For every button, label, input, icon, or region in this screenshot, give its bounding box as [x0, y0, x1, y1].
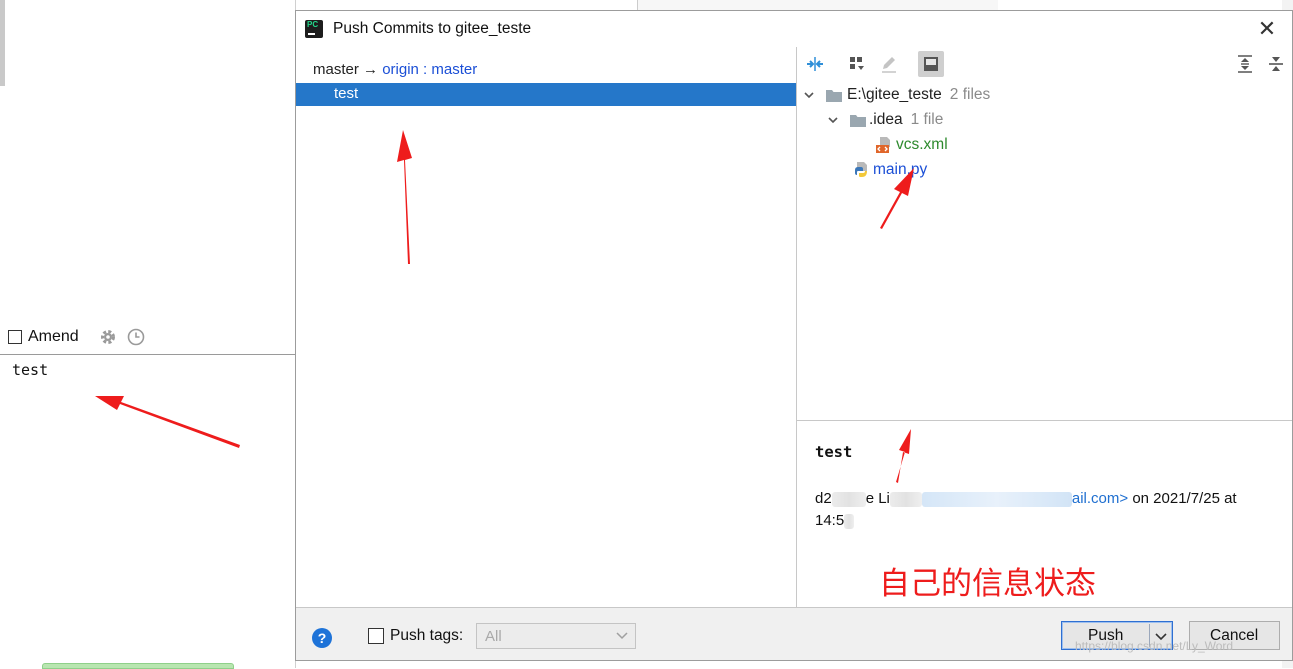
folder-label: .idea — [869, 111, 903, 128]
editor-strip — [637, 0, 998, 10]
edit-icon[interactable] — [878, 53, 900, 75]
clock-icon[interactable] — [127, 328, 145, 346]
close-icon[interactable]: ✕ — [1255, 17, 1279, 41]
tags-dropdown-value: All — [485, 628, 502, 645]
xml-file-icon — [876, 137, 890, 153]
collapse-all-icon[interactable] — [1265, 53, 1287, 75]
push-tags-label: Push tags: — [390, 627, 464, 644]
commit-details-author: d2 e Li ail.com> on 2021/7/25 at 14:5 — [815, 488, 1275, 532]
pycharm-icon: PC — [305, 20, 323, 38]
dialog-title: Push Commits to gitee_teste — [333, 20, 532, 37]
title-bar: PC Push Commits to gitee_teste ✕ — [296, 11, 1292, 47]
compare-icon[interactable] — [804, 53, 826, 75]
author-name: e Li — [865, 490, 890, 507]
preview-icon[interactable] — [918, 51, 944, 77]
group-by-icon[interactable] — [846, 53, 868, 75]
commit-details-title: test — [815, 443, 853, 461]
push-tags[interactable]: Push tags: — [368, 627, 463, 645]
scrollbar[interactable] — [0, 0, 5, 86]
gear-icon[interactable] — [99, 328, 117, 346]
tree-file[interactable]: main.py — [853, 159, 927, 181]
watermark: https://blog.csdn.net/Ly_Word — [1075, 639, 1234, 653]
folder-icon — [826, 89, 842, 102]
author-prefix: d2 — [815, 490, 832, 507]
redacted-text — [831, 491, 866, 507]
changes-toolbar — [797, 47, 1292, 81]
changes-pane: E:\gitee_teste 2 files .idea 1 file vcs.… — [797, 47, 1292, 607]
arrow-icon: → — [363, 61, 379, 78]
remote-name[interactable]: origin — [382, 61, 419, 78]
divider — [0, 354, 295, 355]
expand-all-icon[interactable] — [1234, 53, 1256, 75]
push-dialog: PC Push Commits to gitee_teste ✕ master … — [295, 10, 1293, 661]
tree-file[interactable]: vcs.xml — [875, 134, 948, 156]
changes-tree: E:\gitee_teste 2 files .idea 1 file vcs.… — [797, 83, 1292, 383]
chevron-down-icon[interactable] — [803, 89, 815, 101]
commit-time: 14:5 — [815, 512, 845, 529]
push-tags-checkbox[interactable] — [368, 628, 384, 644]
chevron-down-icon — [616, 632, 628, 640]
commit-label: test — [334, 85, 359, 102]
help-icon[interactable]: ? — [312, 628, 332, 648]
file-label: vcs.xml — [896, 136, 948, 153]
annotation-text: 自己的信息状态 — [879, 566, 1096, 601]
root-count: 2 files — [949, 86, 991, 103]
root-label: E:\gitee_teste — [847, 86, 942, 103]
folder-icon — [850, 114, 866, 127]
branch-target[interactable]: master → origin : master — [313, 61, 477, 78]
commit-button[interactable] — [42, 663, 234, 669]
python-file-icon — [855, 162, 867, 177]
amend-row: Amend — [8, 326, 145, 348]
redacted-email — [921, 491, 1072, 507]
commit-row[interactable]: test — [296, 83, 796, 106]
amend-checkbox[interactable] — [8, 330, 22, 344]
folder-count: 1 file — [910, 111, 944, 128]
tree-folder[interactable]: .idea 1 file — [827, 109, 943, 131]
branch-separator: : — [423, 61, 428, 78]
amend-label: Amend — [28, 328, 79, 345]
email-link[interactable]: ail.com> — [1072, 490, 1128, 507]
redacted-text — [844, 513, 855, 529]
commits-pane: master → origin : master test — [296, 47, 796, 607]
remote-branch[interactable]: master — [431, 61, 477, 78]
file-label: main.py — [873, 161, 928, 178]
chevron-down-icon[interactable] — [827, 114, 839, 126]
commit-date: on 2021/7/25 at — [1128, 490, 1237, 507]
local-branch: master — [313, 61, 359, 78]
redacted-text — [889, 491, 922, 507]
commit-message-input[interactable]: test — [12, 361, 48, 379]
tree-root[interactable]: E:\gitee_teste 2 files — [803, 84, 990, 106]
details-splitter[interactable] — [797, 420, 1292, 421]
tags-dropdown[interactable]: All — [476, 623, 636, 649]
